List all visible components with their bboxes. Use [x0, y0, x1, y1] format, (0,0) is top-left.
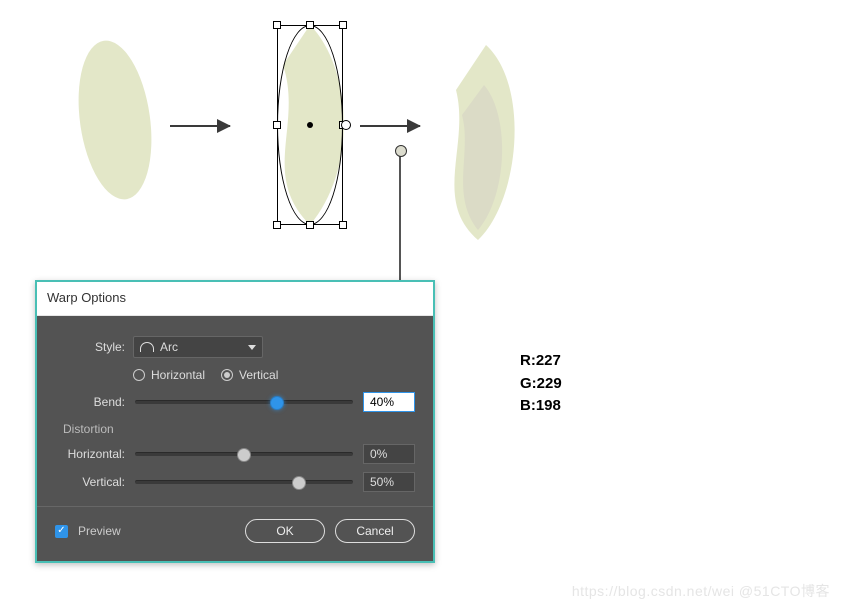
distortion-vertical-slider[interactable] [135, 480, 353, 484]
rgb-readout: R:227 G:229 B:198 [520, 350, 562, 418]
original-ellipse [69, 36, 161, 204]
distortion-horizontal-value[interactable]: 0% [363, 444, 415, 464]
center-point[interactable] [307, 122, 313, 128]
bend-slider[interactable] [135, 400, 353, 404]
distortion-vertical-label: Vertical: [55, 475, 125, 489]
dialog-title: Warp Options [37, 282, 433, 316]
bend-label: Bend: [55, 395, 125, 409]
resize-handle[interactable] [306, 221, 314, 229]
orientation-vertical-radio[interactable]: Vertical [221, 368, 278, 382]
radio-icon [133, 369, 145, 381]
distortion-horizontal-label: Horizontal: [55, 447, 125, 461]
warp-options-dialog: Warp Options Style: Arc Horizontal Verti… [35, 280, 435, 563]
resize-handle[interactable] [273, 121, 281, 129]
distortion-section-label: Distortion [63, 422, 415, 436]
arrow-icon [360, 125, 420, 127]
arc-icon [140, 342, 154, 352]
preview-checkbox[interactable]: ✓ [55, 525, 68, 538]
radio-label: Vertical [239, 368, 278, 382]
resize-handle[interactable] [273, 221, 281, 229]
radio-icon [221, 369, 233, 381]
selected-flame-shape[interactable] [265, 25, 355, 225]
slider-thumb[interactable] [292, 476, 306, 490]
preview-label: Preview [78, 524, 121, 538]
resize-handle[interactable] [339, 21, 347, 29]
watermark-text: https://blog.csdn.net/wei @51CTO博客 [572, 581, 830, 601]
result-flame-shape [438, 45, 528, 240]
slider-thumb[interactable] [237, 448, 251, 462]
resize-handle[interactable] [306, 21, 314, 29]
rgb-b: B:198 [520, 395, 562, 418]
style-label: Style: [55, 340, 125, 354]
ok-button[interactable]: OK [245, 519, 325, 543]
style-value: Arc [160, 340, 178, 354]
orientation-horizontal-radio[interactable]: Horizontal [133, 368, 205, 382]
bend-value-input[interactable]: 40% [363, 392, 415, 412]
chevron-down-icon [248, 345, 256, 350]
distortion-vertical-value[interactable]: 50% [363, 472, 415, 492]
resize-handle[interactable] [273, 21, 281, 29]
transform-origin-icon[interactable] [341, 120, 351, 130]
divider [37, 506, 433, 507]
resize-handle[interactable] [339, 221, 347, 229]
rgb-r: R:227 [520, 350, 562, 373]
cancel-button[interactable]: Cancel [335, 519, 415, 543]
arrow-icon [170, 125, 230, 127]
radio-label: Horizontal [151, 368, 205, 382]
distortion-horizontal-slider[interactable] [135, 452, 353, 456]
slider-thumb[interactable] [270, 396, 284, 410]
style-dropdown[interactable]: Arc [133, 336, 263, 358]
rgb-g: G:229 [520, 373, 562, 396]
